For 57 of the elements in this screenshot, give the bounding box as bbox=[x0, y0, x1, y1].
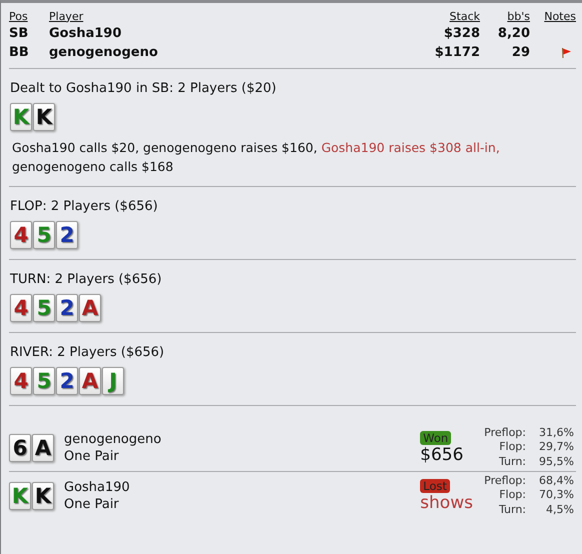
playing-card: 5 bbox=[33, 294, 55, 322]
playing-card: 6 bbox=[9, 434, 31, 462]
flag-icon[interactable] bbox=[560, 46, 572, 58]
result-badge: Lost bbox=[420, 478, 450, 492]
equity-value: 70,3% bbox=[538, 488, 574, 503]
equity-value: 68,4% bbox=[538, 474, 574, 488]
result-text: $656 bbox=[420, 444, 464, 464]
column-header[interactable]: bb's bbox=[480, 10, 530, 22]
equity-value: 4,5% bbox=[545, 502, 574, 518]
table-cell-text: 29 bbox=[510, 45, 530, 60]
table-cell-text: 8,20 bbox=[496, 26, 530, 41]
table-cell-text: genogenogeno bbox=[49, 45, 159, 60]
table-cell-text: $328 bbox=[442, 26, 480, 41]
result-text: shows bbox=[420, 492, 473, 512]
playing-card: 5 bbox=[33, 221, 55, 249]
playing-card: J bbox=[102, 367, 124, 395]
street-title: Dealt to Gosha190 in SB: 2 Players ($20) bbox=[10, 81, 278, 96]
playing-card: 4 bbox=[10, 221, 32, 249]
column-header[interactable]: Pos bbox=[9, 10, 49, 22]
playing-card: A bbox=[79, 294, 101, 322]
table-cell-text: BB bbox=[9, 45, 30, 60]
playing-card: 2 bbox=[56, 367, 78, 395]
equity-value: 95,5% bbox=[538, 454, 574, 470]
playing-card: A bbox=[32, 434, 54, 462]
playing-card: K bbox=[32, 482, 54, 510]
hand-rank: One Pair bbox=[64, 448, 120, 464]
column-header[interactable]: Notes bbox=[530, 10, 576, 22]
equity-value: 31,6% bbox=[538, 426, 574, 440]
street-title: FLOP: 2 Players ($656) bbox=[10, 199, 159, 214]
table-cell-text: SB bbox=[9, 26, 30, 41]
player-name: Gosha190 bbox=[64, 480, 131, 494]
result-badge: Won bbox=[420, 430, 452, 444]
playing-card: K bbox=[33, 103, 55, 131]
hand-rank: One Pair bbox=[64, 496, 120, 512]
player-name: genogenogeno bbox=[64, 432, 162, 446]
column-header[interactable]: Player bbox=[49, 10, 400, 22]
playing-card: K bbox=[10, 103, 32, 131]
playing-card: 5 bbox=[33, 367, 55, 395]
table-cell-text: Gosha190 bbox=[49, 26, 123, 41]
equity-value: 29,7% bbox=[538, 440, 574, 455]
equity-label: Flop: bbox=[498, 440, 526, 455]
playing-card: K bbox=[9, 482, 31, 510]
playing-card: A bbox=[79, 367, 101, 395]
equity-label: Flop: bbox=[498, 488, 526, 503]
action-text: Gosha190 calls $20, genogenogeno raises $160, Gosha190 raises $308 all-in, genogenogeno calls $168 bbox=[11, 139, 501, 176]
equity-label: Preflop: bbox=[484, 426, 526, 440]
column-header[interactable]: Stack bbox=[400, 10, 480, 22]
equity-label: Turn: bbox=[498, 502, 526, 518]
equity-label: Turn: bbox=[498, 454, 526, 470]
playing-card: 4 bbox=[10, 367, 32, 395]
street-title: TURN: 2 Players ($656) bbox=[10, 272, 163, 287]
street-title: RIVER: 2 Players ($656) bbox=[10, 345, 166, 360]
table-cell-text: $1172 bbox=[434, 45, 480, 60]
playing-card: 4 bbox=[10, 294, 32, 322]
equity-label: Preflop: bbox=[484, 474, 526, 488]
playing-card: 2 bbox=[56, 221, 78, 249]
playing-card: 2 bbox=[56, 294, 78, 322]
